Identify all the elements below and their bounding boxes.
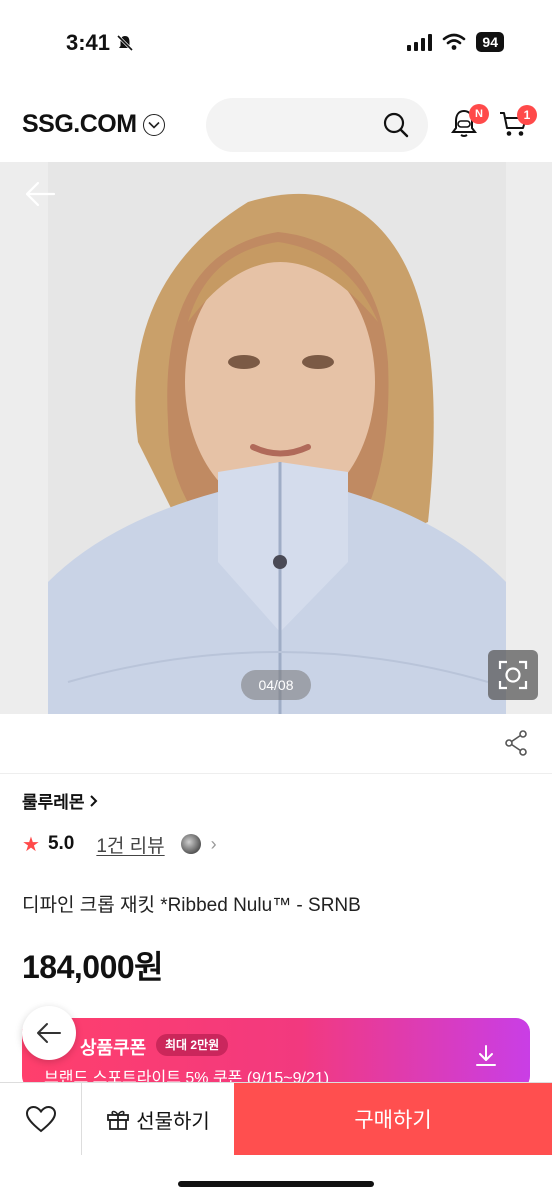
- star-icon: ★: [22, 833, 40, 856]
- share-row: [0, 714, 552, 774]
- home-indicator: [178, 1181, 374, 1187]
- coupon-max-badge: 최대 2만원: [156, 1034, 229, 1056]
- status-time: 3:41: [66, 30, 134, 56]
- status-indicators: 94: [407, 32, 504, 52]
- product-price: 184,000원: [22, 949, 164, 985]
- gift-icon: [107, 1110, 130, 1130]
- coupon-title: 상품쿠폰: [80, 1038, 147, 1058]
- top-header: SSG.COM N 1: [0, 88, 552, 160]
- share-icon[interactable]: [504, 730, 528, 756]
- brand-name: 룰루레몬: [22, 793, 85, 812]
- arrow-left-icon: [37, 1023, 61, 1043]
- buy-button[interactable]: 구매하기: [234, 1083, 552, 1155]
- rating-value: 5.0: [47, 833, 75, 854]
- cart-count-badge: 1: [517, 105, 537, 125]
- bottom-action-bar: 선물하기 구매하기: [0, 1082, 552, 1155]
- silent-bell-icon: [116, 34, 134, 52]
- rating-row: ★ 5.0 1건 리뷰 ›: [22, 830, 217, 858]
- image-counter: 04/08: [241, 670, 311, 700]
- product-name: 디파인 크롭 재킷 *Ribbed Nulu™ - SRNB: [22, 895, 361, 916]
- review-count-link[interactable]: 1건 리뷰: [96, 831, 164, 858]
- product-image-gallery[interactable]: 04/08: [0, 162, 552, 714]
- wishlist-button[interactable]: [0, 1083, 82, 1155]
- brand-link[interactable]: 룰루레몬: [22, 788, 99, 813]
- clock-text: 3:41: [66, 30, 111, 55]
- battery-indicator: 94: [476, 32, 504, 52]
- chevron-right-icon[interactable]: ›: [211, 834, 217, 855]
- logo-text: SSG.COM: [22, 110, 137, 138]
- notification-badge: N: [469, 104, 489, 124]
- gift-button[interactable]: 선물하기: [82, 1083, 234, 1155]
- site-logo[interactable]: SSG.COM: [22, 110, 165, 139]
- gift-label: 선물하기: [136, 1110, 210, 1133]
- status-bar: 3:41 94: [0, 0, 552, 80]
- gallery-back-arrow-icon[interactable]: [24, 180, 56, 208]
- download-icon[interactable]: [474, 1044, 498, 1068]
- reviewer-avatar[interactable]: [180, 834, 201, 854]
- heart-icon: [25, 1105, 56, 1133]
- wifi-icon: [443, 33, 466, 50]
- search-input[interactable]: [206, 98, 428, 152]
- search-icon[interactable]: [382, 111, 410, 139]
- image-search-button[interactable]: [488, 650, 538, 700]
- chevron-right-icon: [89, 794, 97, 807]
- camera-scan-icon: [498, 660, 528, 690]
- buy-label: 구매하기: [354, 1109, 432, 1132]
- chevron-down-icon[interactable]: [142, 113, 165, 136]
- product-photo: [48, 162, 506, 714]
- coupon-banner[interactable]: 상품쿠폰 최대 2만원 브랜드 스포트라이트 5% 쿠폰 (9/15~9/21): [22, 1018, 530, 1090]
- floating-back-button[interactable]: [22, 1006, 76, 1060]
- signal-icon: [407, 33, 433, 51]
